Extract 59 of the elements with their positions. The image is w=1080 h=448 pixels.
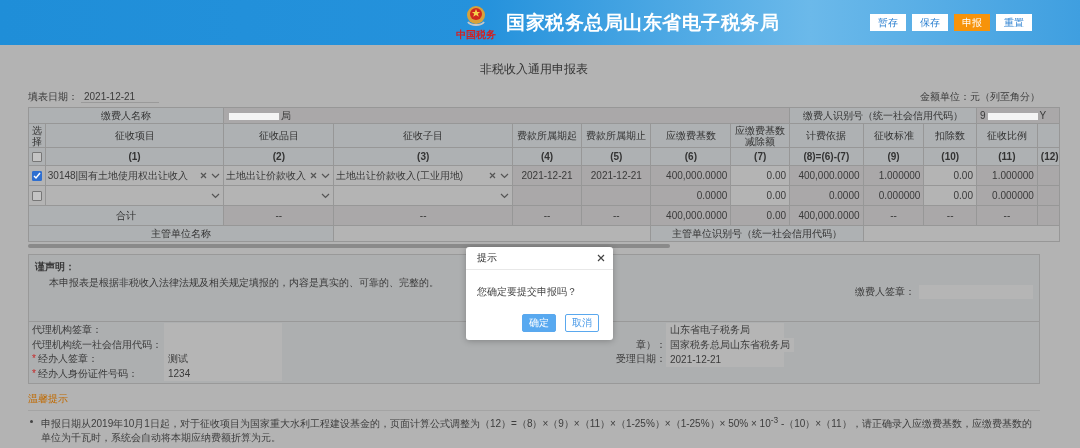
field-value: 山东省电子税务局 (666, 323, 784, 338)
payer-id-cell: 9 Y (976, 107, 1060, 124)
select-field[interactable]: 30148|国有土地使用权出让收入 (46, 166, 223, 185)
field-value: 2021-12-21 (666, 352, 784, 367)
field-label: 章）： (635, 337, 666, 352)
select-field[interactable]: 土地出让价款收入(工业用地) (334, 166, 512, 185)
field-label: 代理机构统一社会信用代码： (31, 337, 163, 352)
form-title: 非税收入通用申报表 (479, 61, 589, 78)
declaration-text: 本申报表是根据非税收入法律法规及相关规定填报的，内容是真实的、可靠的、完整的。 (48, 276, 439, 290)
field-value: 测试 (164, 352, 282, 367)
table-header-cell: 缴费人名称 (28, 107, 224, 124)
field-label: * 经办人签章： (31, 352, 99, 367)
table-header-cell: 征收子目 (333, 123, 513, 148)
chevron-down-icon[interactable] (211, 172, 221, 179)
redaction-bar (229, 112, 280, 120)
header-button[interactable]: 暂存 (870, 14, 906, 31)
clear-icon[interactable] (200, 172, 208, 179)
redaction-bar (987, 112, 1038, 120)
row-checkbox[interactable] (32, 191, 42, 202)
bullet-icon (30, 420, 33, 423)
field-label: 代理机构签章： (31, 323, 103, 338)
table-header-cell: 征收项目 (45, 123, 224, 148)
chevron-down-icon[interactable] (321, 192, 331, 199)
header-button[interactable]: 保存 (912, 14, 948, 31)
fill-date-label: 填表日期： (28, 90, 78, 104)
site-title: 国家税务总局山东省电子税务局 (506, 10, 779, 35)
select-field[interactable]: 土地出让价款收入 (224, 166, 333, 185)
logo-text: 中国税务 (456, 29, 496, 40)
payer-name-cell: 局 (223, 107, 790, 124)
fill-date-field[interactable]: 2021-12-21 (81, 91, 159, 103)
declaration-heading: 谨声明： (35, 260, 76, 274)
chevron-down-icon[interactable] (211, 192, 221, 199)
scrollbar-thumb[interactable] (28, 244, 670, 248)
table-header-cell: 缴费人识别号（统一社会信用代码） (789, 107, 977, 124)
signature-label: 缴费人签章： (855, 285, 915, 299)
table-header-cell: 选择 (28, 123, 46, 148)
chevron-down-icon[interactable] (499, 172, 509, 179)
clear-icon[interactable] (310, 172, 318, 179)
totals-label: 合计 (28, 205, 224, 226)
header-button[interactable]: 重置 (996, 14, 1032, 31)
chevron-down-icon[interactable] (499, 192, 509, 199)
dialog-button[interactable]: 取消 (565, 314, 599, 332)
field-label: * 经办人身份证件号码： (31, 366, 139, 381)
header-button[interactable]: 申报 (954, 14, 990, 31)
emblem-icon (465, 5, 487, 29)
dialog-button[interactable]: 确定 (522, 314, 556, 332)
close-icon[interactable] (597, 254, 605, 262)
field-label: 受理日期： (615, 352, 666, 367)
empty-field[interactable] (164, 323, 282, 338)
tip-text: 申报日期从2019年10月1日起，对于征收项目为国家重大水利工程建设基金的，页面计算公式调整为（12）=（8）×（9）×（11）×（1-25%）×（1-25%）× 50% × 10$^{-3}$ -（10）×（11），请正确录入应缴费基数，应缴费基数的单位为千瓦时，系统会自动将本期应纳费额折算为元。 (41, 415, 1033, 445)
dialog-title: 提示 (477, 251, 497, 265)
unit-note: 金额单位：元（列至角分） (920, 90, 1040, 104)
chevron-down-icon[interactable] (321, 172, 331, 179)
tips-heading: 温馨提示 (28, 392, 1040, 411)
select-all-checkbox[interactable] (32, 152, 42, 163)
clear-icon[interactable] (488, 172, 496, 179)
row-checkbox[interactable] (32, 171, 42, 182)
dialog-message: 您确定要提交申报吗？ (476, 285, 578, 299)
table-header-cell: 征收品目 (223, 123, 334, 148)
